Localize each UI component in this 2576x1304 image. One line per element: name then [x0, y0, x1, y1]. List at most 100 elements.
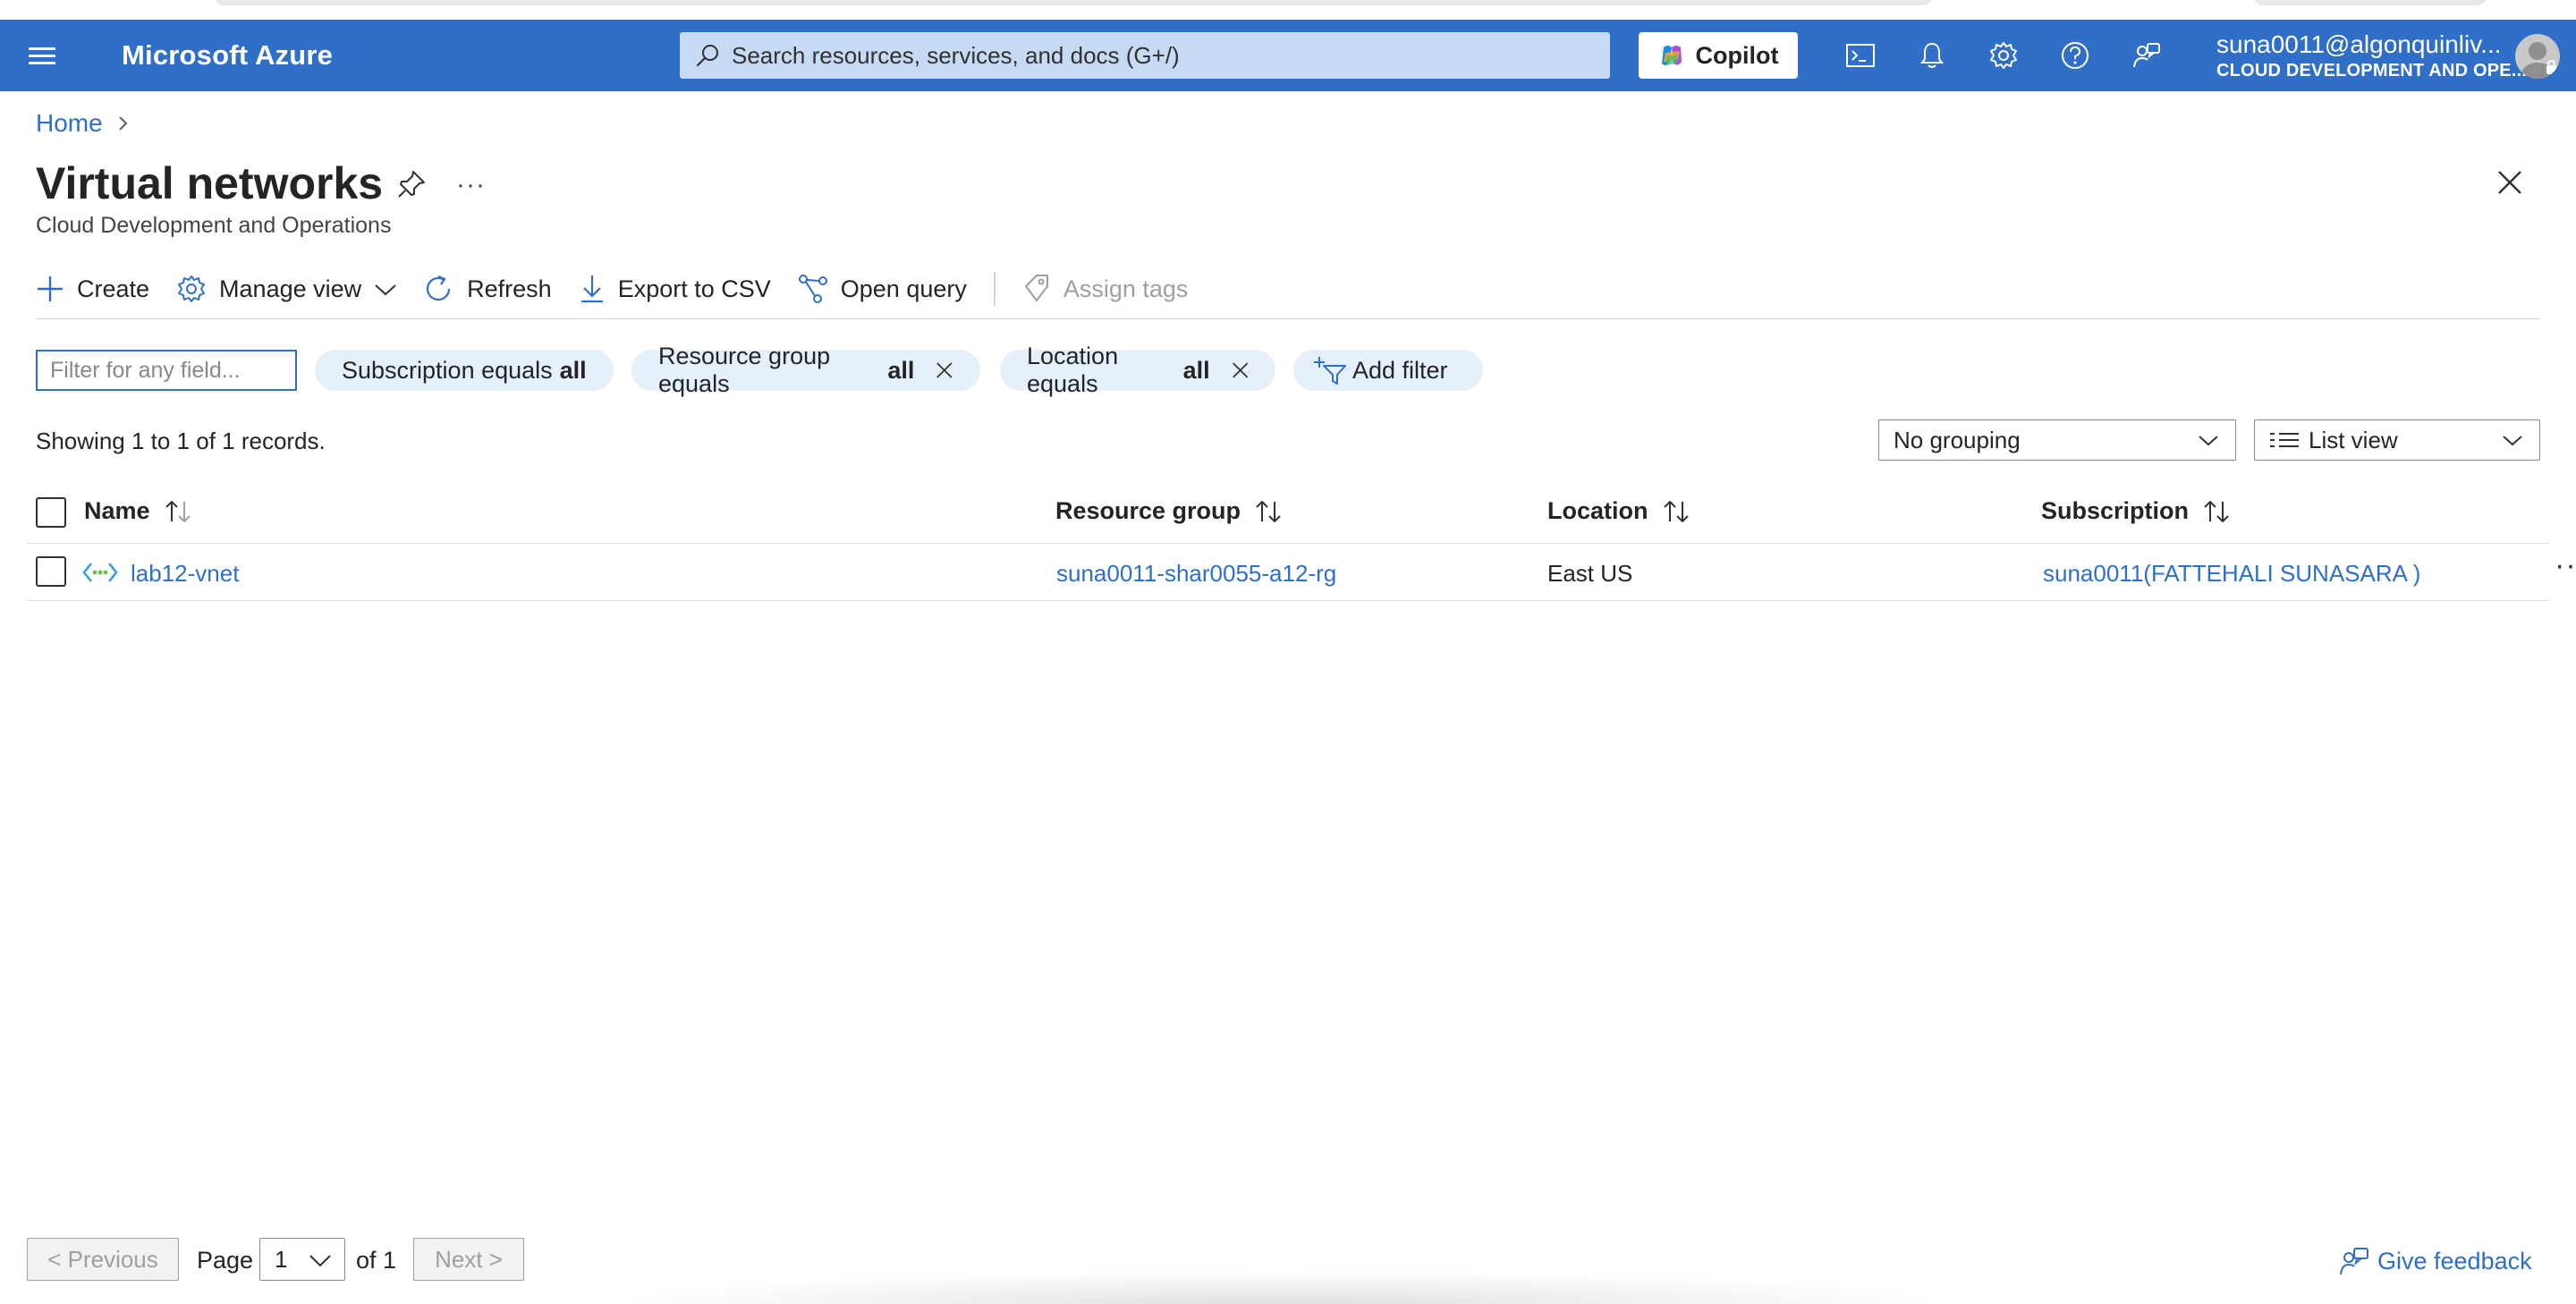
sort-icon [2204, 500, 2229, 522]
column-header-name[interactable]: Name [84, 497, 193, 525]
portal-menu-button[interactable] [29, 43, 55, 68]
feedback-person-icon [2340, 1248, 2368, 1275]
refresh-label: Refresh [467, 275, 552, 302]
column-name-label: Name [84, 497, 150, 524]
feedback-person-icon [2133, 43, 2160, 68]
global-search[interactable] [680, 32, 1610, 79]
gear-icon [178, 275, 206, 302]
add-filter-icon [1314, 357, 1346, 385]
grouping-dropdown[interactable]: No grouping [1878, 419, 2236, 461]
view-dropdown[interactable]: List view [2254, 419, 2540, 461]
filter-input[interactable] [36, 350, 297, 391]
refresh-button[interactable]: Refresh [424, 274, 552, 304]
subscription-filter-value: all [559, 356, 587, 384]
chevron-down-icon [2503, 436, 2522, 446]
location-cell: East US [1547, 560, 1633, 587]
copilot-label: Copilot [1695, 41, 1779, 69]
browser-strip [0, 0, 2576, 20]
manage-view-button[interactable]: Manage view [176, 274, 397, 304]
vnet-name-link[interactable]: lab12-vnet [131, 560, 239, 588]
cloud-shell-button[interactable] [1843, 38, 1878, 73]
page-number-dropdown[interactable]: 1 [259, 1238, 345, 1281]
sort-icon [1256, 500, 1281, 522]
add-filter-button[interactable]: Add filter [1293, 350, 1483, 391]
next-page-button[interactable]: Next > [413, 1238, 524, 1281]
assign-tags-button[interactable]: Assign tags [1022, 274, 1189, 304]
top-navigation-bar: Microsoft Azure Copilot [0, 20, 2576, 91]
page-total: of 1 [356, 1247, 397, 1274]
give-feedback-link[interactable]: Give feedback [2338, 1245, 2532, 1277]
location-filter-value: all [1182, 356, 1210, 384]
notifications-button[interactable] [1914, 38, 1950, 73]
location-filter-label: Location equals [1027, 343, 1119, 397]
brand-title[interactable]: Microsoft Azure [122, 39, 333, 72]
assign-tags-label: Assign tags [1063, 275, 1189, 302]
page-title: Virtual networks [36, 158, 384, 208]
open-query-button[interactable]: Open query [798, 274, 967, 304]
breadcrumb-home[interactable]: Home [36, 109, 103, 138]
query-graph-icon [798, 275, 827, 303]
column-subscription-label: Subscription [2041, 497, 2190, 524]
virtual-network-icon [82, 563, 118, 582]
remove-filter-icon[interactable] [1232, 360, 1249, 380]
close-icon[interactable] [2496, 168, 2524, 197]
account-menu[interactable]: suna0011@algonquinliv... CLOUD DEVELOPME… [2216, 30, 2528, 81]
export-csv-label: Export to CSV [617, 275, 771, 302]
pin-icon[interactable] [395, 168, 428, 200]
subscription-link[interactable]: suna0011(FATTEHALI SUNASARA ) [2043, 560, 2420, 588]
chevron-right-icon [118, 116, 128, 131]
records-count: Showing 1 to 1 of 1 records. [36, 428, 326, 454]
column-header-subscription[interactable]: Subscription [2041, 497, 2232, 525]
browser-tab-edge [2254, 0, 2487, 5]
copilot-icon [1661, 46, 1682, 65]
select-all-checkbox[interactable] [36, 497, 66, 528]
toolbar-divider [993, 272, 996, 306]
open-query-label: Open query [840, 275, 967, 302]
resource-group-filter-value: all [887, 356, 915, 384]
account-tenant: CLOUD DEVELOPMENT AND OPE... [2216, 61, 2528, 80]
column-header-location[interactable]: Location [1547, 497, 1691, 525]
tag-icon [1024, 275, 1048, 301]
resource-group-link[interactable]: suna0011-shar0055-a12-rg [1056, 560, 1336, 588]
gear-icon [1990, 42, 2017, 69]
column-location-label: Location [1547, 497, 1648, 524]
user-avatar-icon [2520, 42, 2556, 79]
add-filter-label: Add filter [1352, 356, 1448, 384]
avatar[interactable] [2515, 34, 2560, 79]
copilot-button[interactable]: Copilot [1639, 32, 1798, 79]
subscription-filter-label: Subscription equals [342, 356, 553, 384]
create-button[interactable]: Create [36, 275, 149, 303]
remove-filter-icon[interactable] [936, 360, 953, 380]
cloud-shell-icon [1846, 44, 1875, 67]
table-header: Name Resource group Location Subscriptio… [27, 483, 2549, 544]
help-button[interactable] [2057, 38, 2093, 73]
refresh-icon [427, 275, 451, 301]
sort-icon [1663, 500, 1689, 522]
row-more-options-icon[interactable]: ··· [2555, 550, 2576, 580]
resource-group-filter-chip[interactable]: Resource group equals all [631, 343, 980, 397]
search-icon [696, 45, 718, 67]
current-page: 1 [275, 1245, 288, 1273]
settings-button[interactable] [1986, 38, 2021, 73]
toolbar-divider-line [36, 318, 2540, 319]
manage-view-label: Manage view [219, 275, 362, 302]
export-csv-button[interactable]: Export to CSV [579, 274, 771, 304]
previous-page-button[interactable]: < Previous [27, 1238, 179, 1281]
page-label: Page [197, 1247, 254, 1274]
location-filter-chip[interactable]: Location equals all [1000, 343, 1275, 397]
subscription-filter-chip[interactable]: Subscription equals all [315, 350, 614, 391]
view-selected: List view [2309, 426, 2398, 453]
page-subtitle: Cloud Development and Operations [36, 213, 392, 238]
chevron-down-icon [375, 284, 396, 296]
bottom-shadow [608, 1270, 1950, 1304]
row-checkbox[interactable] [36, 556, 66, 587]
browser-address-edge [215, 0, 1932, 5]
table-row: lab12-vnet suna0011-shar0055-a12-rg East… [27, 544, 2576, 601]
search-input[interactable] [732, 41, 1537, 70]
grouping-selected: No grouping [1894, 426, 2021, 453]
more-options-icon[interactable]: ··· [456, 170, 486, 200]
feedback-header-button[interactable] [2129, 38, 2165, 73]
list-view-icon [2270, 433, 2299, 447]
column-header-resource-group[interactable]: Resource group [1055, 497, 1284, 525]
bell-icon [1920, 42, 1944, 68]
